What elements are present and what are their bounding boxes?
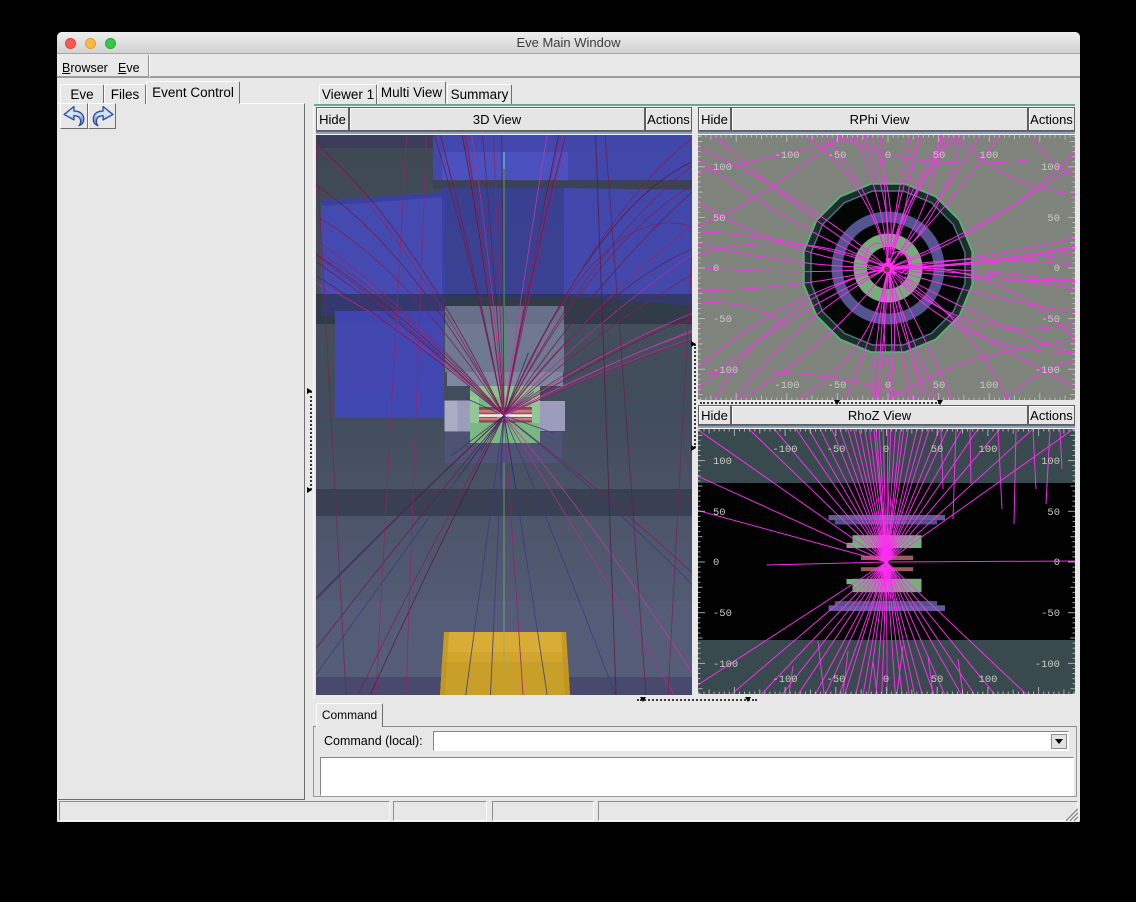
svg-text:0: 0 [713,557,719,569]
svg-text:100: 100 [980,380,999,392]
svg-text:-100: -100 [772,444,797,456]
svg-text:-100: -100 [772,674,797,686]
svg-text:100: 100 [979,444,998,456]
svg-text:50: 50 [931,674,944,686]
svg-text:-100: -100 [774,150,799,162]
svg-text:-100: -100 [1035,365,1060,377]
svg-text:-50: -50 [1041,608,1060,620]
svg-text:100: 100 [1041,456,1060,468]
svg-text:-100: -100 [774,380,799,392]
svg-text:50: 50 [933,150,946,162]
svg-text:-100: -100 [1035,659,1060,671]
svg-text:50: 50 [933,380,946,392]
svg-text:-50: -50 [828,380,847,392]
svg-text:0: 0 [713,263,719,275]
svg-text:-50: -50 [827,674,846,686]
svg-text:50: 50 [713,213,726,225]
svg-text:-50: -50 [713,608,732,620]
svg-text:-100: -100 [713,365,738,377]
svg-text:-50: -50 [1041,314,1060,326]
svg-text:-50: -50 [713,314,732,326]
svg-text:100: 100 [1041,162,1060,174]
svg-text:-100: -100 [713,659,738,671]
svg-text:100: 100 [713,162,732,174]
svg-text:0: 0 [883,444,889,456]
svg-text:-50: -50 [827,444,846,456]
svg-text:-50: -50 [828,150,847,162]
svg-text:50: 50 [1047,507,1060,519]
svg-text:50: 50 [1047,213,1060,225]
svg-text:0: 0 [883,674,889,686]
svg-text:100: 100 [980,150,999,162]
svg-text:100: 100 [979,674,998,686]
svg-text:0: 0 [1054,557,1060,569]
svg-text:50: 50 [931,444,944,456]
svg-text:0: 0 [885,380,891,392]
svg-text:0: 0 [1054,263,1060,275]
svg-text:0: 0 [885,150,891,162]
svg-text:100: 100 [713,456,732,468]
svg-text:50: 50 [713,507,726,519]
